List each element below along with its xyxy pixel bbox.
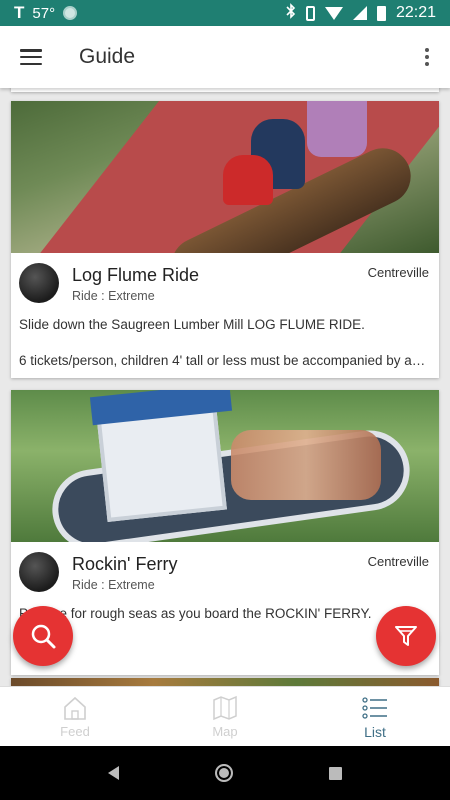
temperature: 57°	[32, 4, 56, 22]
ride-card-log-flume[interactable]: Log Flume Ride Ride : Extreme Centrevill…	[11, 101, 439, 378]
ride-name: Log Flume Ride	[72, 265, 200, 285]
home-icon	[64, 696, 86, 720]
ride-photo	[11, 390, 439, 542]
bluetooth-icon	[286, 3, 296, 23]
back-icon[interactable]	[108, 766, 119, 780]
nav-label-list: List	[364, 723, 386, 740]
battery-icon	[376, 5, 386, 21]
filter-icon	[395, 626, 417, 646]
ride-area: Centreville	[367, 554, 429, 569]
nav-label-feed: Feed	[60, 724, 90, 739]
status-bar: T 57° 22:21	[0, 0, 450, 26]
clock: 22:21	[395, 4, 436, 21]
list-icon	[362, 696, 387, 719]
ride-description: Slide down the Saugreen Lumber Mill LOG …	[19, 317, 365, 332]
ride-name: Rockin' Ferry	[72, 554, 178, 574]
ride-photo	[11, 101, 439, 253]
menu-icon[interactable]	[20, 49, 42, 65]
filter-button[interactable]	[376, 606, 436, 666]
page-title: Guide	[79, 45, 136, 68]
ride-type: Ride : Extreme	[72, 578, 155, 592]
ride-area: Centreville	[367, 265, 429, 280]
avatar	[19, 552, 59, 592]
recent-apps-icon[interactable]	[329, 766, 342, 780]
map-icon	[213, 695, 237, 721]
nav-list[interactable]: List	[300, 687, 450, 746]
ride-description: Prepare for rough seas as you board the …	[19, 606, 372, 621]
signal-icon	[352, 6, 367, 20]
more-vert-icon[interactable]	[424, 48, 430, 66]
avatar	[19, 263, 59, 303]
ride-card-partial[interactable]	[11, 678, 439, 686]
search-button[interactable]	[13, 606, 73, 666]
home-button-icon[interactable]	[215, 764, 233, 782]
ride-type: Ride : Extreme	[72, 289, 155, 303]
bottom-nav: Feed Map List	[0, 686, 450, 746]
app-bar: Guide	[0, 26, 450, 88]
ride-card-rockin-ferry[interactable]: Rockin' Ferry Ride : Extreme Centreville…	[11, 390, 439, 675]
nav-map[interactable]: Map	[150, 687, 300, 746]
nav-feed[interactable]: Feed	[0, 687, 150, 746]
ride-list[interactable]: Log Flume Ride Ride : Extreme Centrevill…	[0, 88, 450, 686]
vibrate-icon	[305, 5, 315, 21]
system-nav-bar	[0, 746, 450, 800]
weather-icon	[63, 6, 78, 20]
ride-photo	[11, 678, 439, 686]
wifi-icon	[324, 6, 343, 20]
list-item[interactable]	[11, 88, 439, 92]
nav-label-map: Map	[212, 724, 238, 739]
search-icon	[31, 624, 56, 649]
ride-description-extra: 6 tickets/person, children 4' tall or le…	[19, 353, 431, 368]
carrier-icon: T	[14, 3, 25, 22]
